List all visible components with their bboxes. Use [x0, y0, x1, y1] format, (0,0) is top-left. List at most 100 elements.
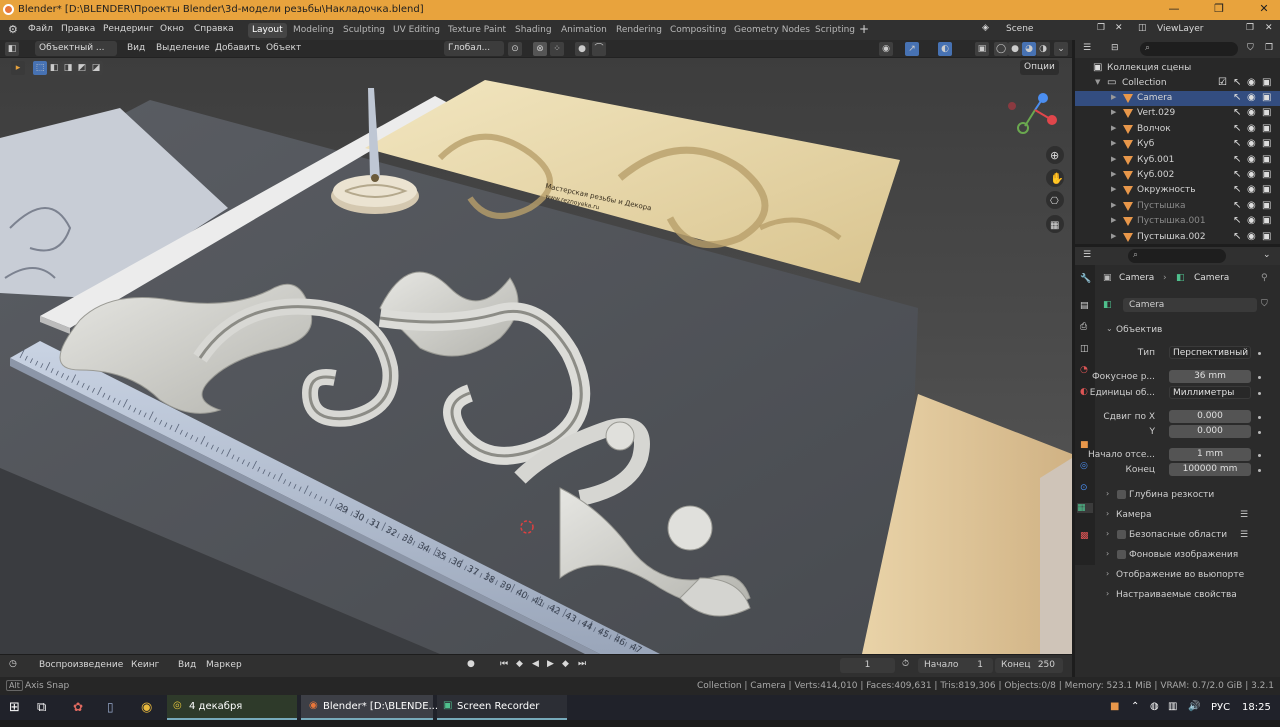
camera-data-tab-icon[interactable]: ▦	[1077, 503, 1093, 513]
language-indicator[interactable]: РУС	[1211, 702, 1230, 727]
expand-arrow-icon[interactable]: ▶	[1111, 108, 1116, 116]
zoom-icon[interactable]: ⊕	[1050, 149, 1059, 162]
file-icon[interactable]: ▯	[107, 700, 114, 725]
keyframe-dot-icon[interactable]	[1258, 376, 1261, 379]
select-arrow-icon[interactable]: ↖	[1233, 107, 1241, 118]
eye-icon[interactable]: ◉	[1247, 138, 1256, 149]
eye-icon[interactable]: ◉	[1247, 154, 1256, 165]
select-arrow-icon[interactable]: ↖	[1233, 154, 1241, 165]
select-invert-icon[interactable]: ◩	[75, 61, 89, 75]
windows-start-icon[interactable]: ⊞	[9, 700, 20, 725]
eye-icon[interactable]: ◉	[1247, 92, 1256, 103]
outliner[interactable]: ☰ ⊟ ⌕ ⛉ ❐ ▣ Коллекция сцены ▼ ▭ Collecti…	[1075, 40, 1280, 244]
menu-object[interactable]: Объект	[266, 43, 301, 53]
eye-icon[interactable]: ◉	[1247, 107, 1256, 118]
end-frame-field[interactable]: Конец 250	[995, 658, 1063, 673]
shift-y-field[interactable]: 0.000	[1169, 425, 1251, 438]
fake-user-shield-icon[interactable]: ⛉	[1261, 299, 1268, 309]
axis-z-icon[interactable]	[1038, 93, 1048, 103]
camera-view-icon[interactable]: ⎔	[1050, 196, 1059, 207]
property-section[interactable]: › Настраиваемые свойства	[1100, 587, 1276, 603]
editor-type-icon[interactable]: ◧	[5, 42, 19, 56]
gizmo-icon[interactable]: ↗	[905, 42, 919, 56]
clip-start-field[interactable]: 1 mm	[1169, 448, 1251, 461]
tool-tab-icon[interactable]: 🔧	[1080, 274, 1091, 284]
visibility-icon[interactable]: ◉	[879, 42, 893, 56]
snap-icon[interactable]: ⊗	[533, 42, 547, 56]
select-extend-icon[interactable]: ◧	[47, 61, 61, 75]
select-intersect-icon[interactable]: ◪	[89, 61, 103, 75]
outliner-item[interactable]: ▶ Пустышка ↖ ◉ ▣	[1075, 199, 1280, 214]
render-camera-icon[interactable]: ▣	[1262, 154, 1271, 165]
select-arrow-icon[interactable]: ↖	[1233, 231, 1241, 242]
taskbar-screen-recorder[interactable]: ▣ Screen Recorder	[437, 695, 567, 720]
chrome-icon[interactable]: ◉	[141, 700, 152, 725]
render-camera-icon[interactable]: ▣	[1262, 92, 1271, 103]
shading-wireframe-icon[interactable]: ◯	[994, 42, 1008, 56]
keying-menu[interactable]: Кеинг	[131, 660, 159, 670]
type-dropdown[interactable]: Перспективный	[1169, 346, 1251, 359]
keyframe-dot-icon[interactable]	[1258, 416, 1261, 419]
presets-list-icon[interactable]: ☰	[1240, 530, 1248, 540]
transform-orientation-dropdown[interactable]: Глобал...	[444, 41, 504, 56]
app-launcher-icon[interactable]: ✿	[73, 700, 83, 725]
maximize-icon[interactable]: ❐	[1210, 2, 1228, 18]
outliner-item[interactable]: ▶ Camera ↖ ◉ ▣	[1075, 91, 1280, 106]
play-reverse-icon[interactable]: ◀	[532, 659, 539, 669]
overlays-icon[interactable]: ◐	[938, 42, 952, 56]
select-arrow-icon[interactable]: ↖	[1233, 123, 1241, 134]
eye-icon[interactable]: ◉	[1247, 215, 1256, 226]
expand-arrow-icon[interactable]: ▶	[1111, 155, 1116, 163]
tab-texture-paint[interactable]: Texture Paint	[444, 23, 510, 38]
outliner-item[interactable]: ▶ Окружность ↖ ◉ ▣	[1075, 183, 1280, 198]
outliner-item[interactable]: ▶ Пустышка.002 ↖ ◉ ▣	[1075, 230, 1280, 245]
keyframe-dot-icon[interactable]	[1258, 392, 1261, 395]
keyframe-dot-icon[interactable]	[1258, 469, 1261, 472]
shift-x-field[interactable]: 0.000	[1169, 410, 1251, 423]
add-workspace-icon[interactable]: +	[859, 22, 869, 36]
collection-checkbox-icon[interactable]: ☑	[1218, 77, 1227, 88]
select-arrow-icon[interactable]: ↖	[1233, 169, 1241, 180]
outliner-item[interactable]: ▶ Куб.002 ↖ ◉ ▣	[1075, 168, 1280, 183]
outliner-item[interactable]: ▶ Волчок ↖ ◉ ▣	[1075, 122, 1280, 137]
snap-target-icon[interactable]: ⁘	[550, 42, 564, 56]
keyframe-dot-icon[interactable]	[1258, 431, 1261, 434]
delete-view-layer-icon[interactable]: ✕	[1265, 23, 1273, 33]
select-arrow-icon[interactable]: ↖	[1233, 184, 1241, 195]
jump-start-icon[interactable]: ⏮	[500, 659, 508, 669]
expand-arrow-icon[interactable]: ▶	[1111, 185, 1116, 193]
select-arrow-icon[interactable]: ↖	[1233, 200, 1241, 211]
select-arrow-icon[interactable]: ↖	[1233, 77, 1241, 88]
menu-edit[interactable]: Правка	[61, 24, 95, 34]
volume-icon[interactable]: 🔊	[1188, 701, 1200, 726]
render-camera-icon[interactable]: ▣	[1262, 77, 1271, 88]
section-checkbox[interactable]	[1117, 550, 1126, 559]
tray-app-icon[interactable]: ■	[1110, 701, 1119, 726]
current-frame-field[interactable]: 1	[840, 658, 895, 673]
close-icon[interactable]: ✕	[1255, 2, 1273, 18]
tray-messenger-icon[interactable]: ◍	[1150, 701, 1159, 726]
expand-arrow-icon[interactable]: ▶	[1111, 232, 1116, 240]
expand-arrow-icon[interactable]: ▶	[1111, 201, 1116, 209]
select-arrow-icon[interactable]: ↖	[1233, 92, 1241, 103]
render-camera-icon[interactable]: ▣	[1262, 138, 1271, 149]
expand-arrow-icon[interactable]: ▶	[1111, 216, 1116, 224]
shading-rendered-icon[interactable]: ◑	[1036, 42, 1050, 56]
object-tab-icon[interactable]: ■	[1080, 440, 1089, 450]
play-icon[interactable]: ▶	[547, 659, 554, 669]
menu-render[interactable]: Рендеринг	[103, 24, 154, 34]
tab-modeling[interactable]: Modeling	[289, 23, 338, 38]
output-tab-icon[interactable]: ⎙	[1080, 322, 1087, 332]
pivot-icon[interactable]: ⊙	[508, 42, 522, 56]
menu-add[interactable]: Добавить	[215, 43, 260, 53]
property-section[interactable]: › Камера ☰	[1100, 507, 1276, 523]
taskbar-date-app[interactable]: ◎ 4 декабря	[167, 695, 297, 720]
pin-icon[interactable]: ⚲	[1261, 273, 1268, 283]
eye-icon[interactable]: ◉	[1247, 123, 1256, 134]
taskbar-blender[interactable]: ◉ Blender* [D:\BLENDE...	[301, 695, 438, 720]
eye-icon[interactable]: ◉	[1247, 231, 1256, 242]
falloff-icon[interactable]: ⌒	[592, 42, 606, 56]
tab-sculpting[interactable]: Sculpting	[339, 23, 389, 38]
render-camera-icon[interactable]: ▣	[1262, 215, 1271, 226]
menu-file[interactable]: Файл	[28, 24, 53, 34]
